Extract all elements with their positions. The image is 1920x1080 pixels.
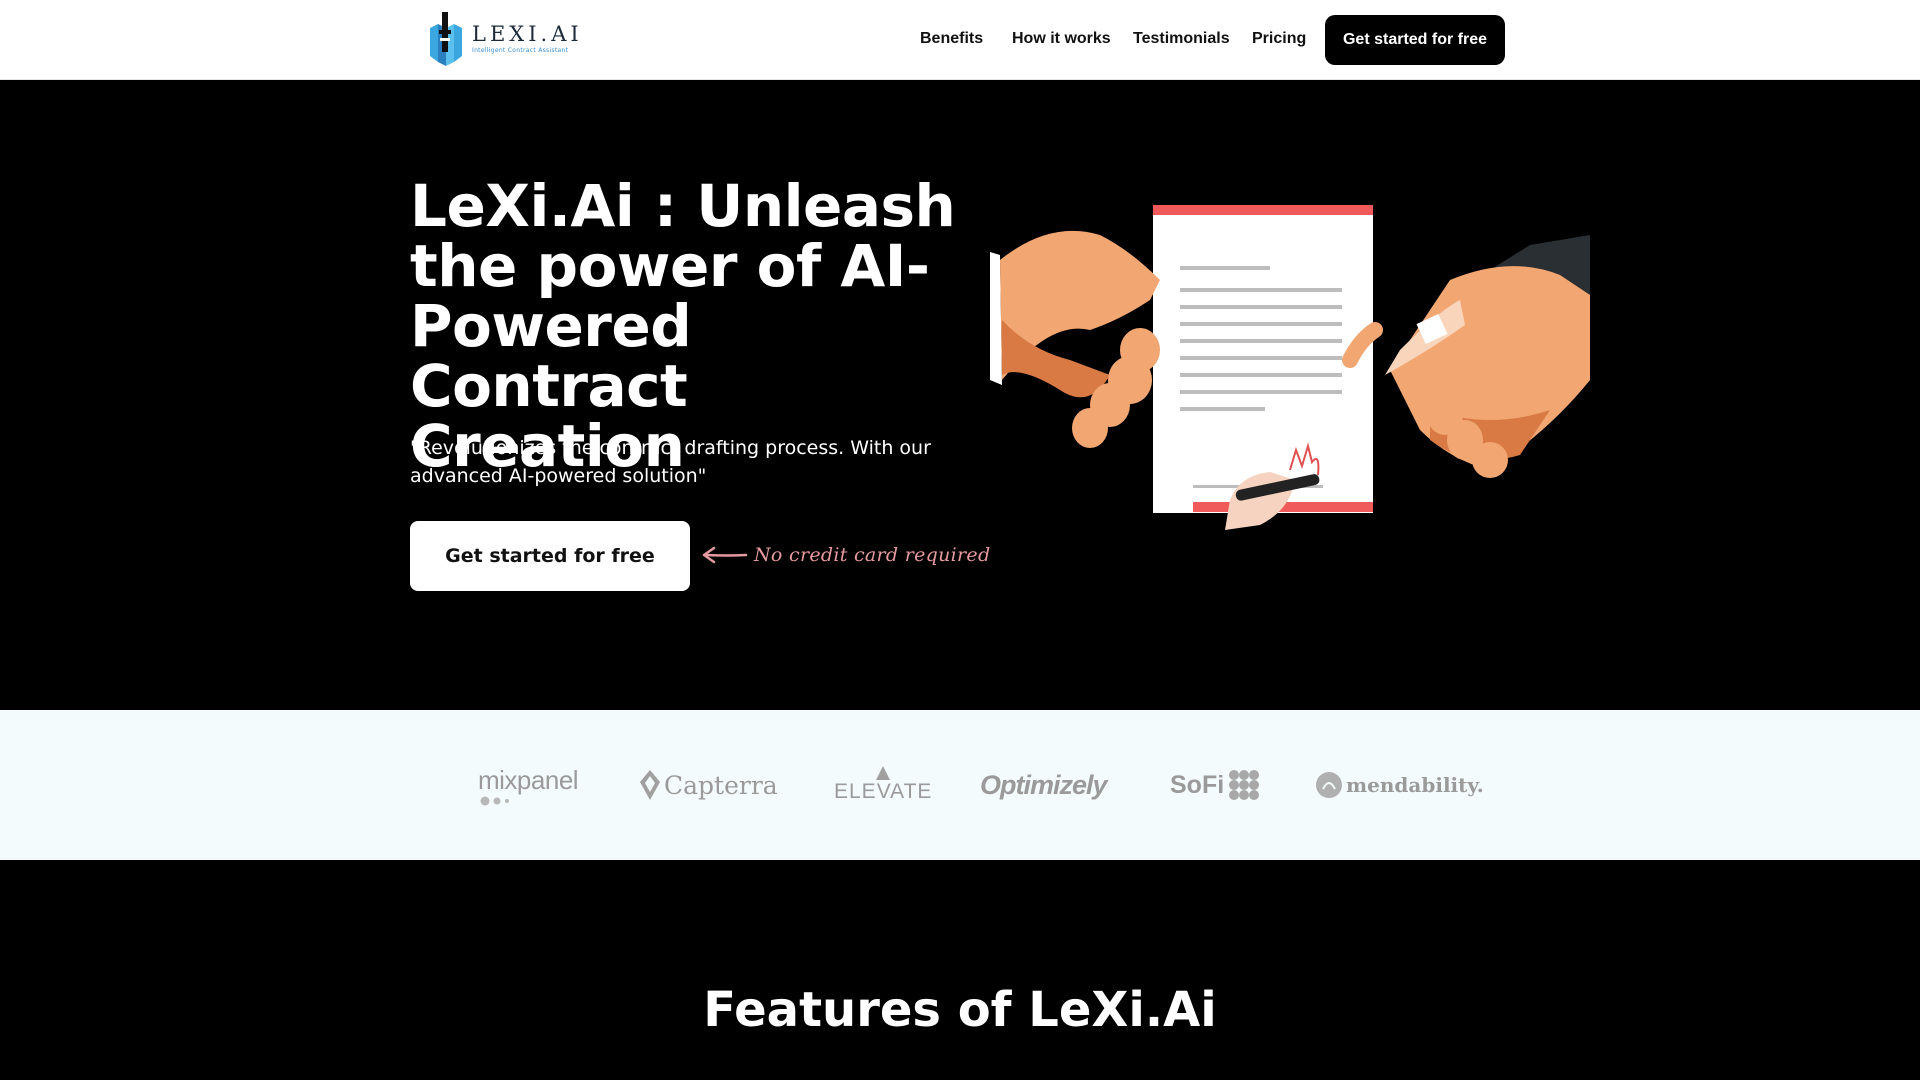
nav-how-it-works[interactable]: How it works (1012, 30, 1111, 48)
logo-mixpanel-text: mixpanel (478, 764, 579, 795)
logo-mark-icon (428, 10, 464, 66)
hero-title: LeXi.Ai : Unleash the power of AI-Powere… (410, 172, 956, 480)
nav-testimonials[interactable]: Testimonials (1133, 30, 1230, 48)
header-get-started-button[interactable]: Get started for free (1325, 15, 1505, 65)
customer-logos-strip: mixpanel Capterra ELEVATE Optimizely SoF… (0, 710, 1920, 860)
capterra-mark-icon (640, 770, 660, 800)
arrow-left-icon (702, 546, 748, 564)
nav-pricing[interactable]: Pricing (1252, 30, 1306, 48)
logo-name: LEXI.AI (472, 22, 583, 46)
handshake-contract-illustration (990, 200, 1590, 535)
hero-subtitle: "Revolutionizes the contract drafting pr… (410, 437, 931, 487)
no-credit-card-text: No credit card required (754, 544, 991, 566)
logo-capterra-text: Capterra (664, 770, 778, 800)
logo-mendability-text: mendability. (1346, 773, 1484, 797)
hero-get-started-button[interactable]: Get started for free (410, 521, 690, 591)
site-header: LEXI.AI Intelligent Contract Assistant B… (0, 0, 1920, 80)
logo-mixpanel: mixpanel (478, 760, 579, 810)
features-heading: Features of LeXi.Ai (703, 982, 1217, 1038)
logo-elevate-text: ELEVATE (834, 780, 933, 803)
logo-sofi-text: SoFi (1170, 770, 1225, 799)
nav-benefits[interactable]: Benefits (920, 30, 983, 48)
logo-tagline: Intelligent Contract Assistant (472, 47, 569, 54)
logo-optimizely-text: Optimizely (980, 769, 1108, 800)
logo-optimizely: Optimizely (980, 760, 1108, 810)
logo-capterra: Capterra (640, 760, 778, 810)
logo-sofi: SoFi (1170, 760, 1260, 810)
sofi-dots-icon (1229, 770, 1260, 800)
elevate-triangle-icon (876, 766, 891, 780)
mendability-mark-icon (1316, 772, 1342, 798)
logo-mendability: mendability. (1315, 760, 1484, 810)
no-credit-card-note: No credit card required (700, 540, 990, 570)
mixpanel-dots-icon (480, 796, 509, 805)
brand-logo[interactable]: LEXI.AI Intelligent Contract Assistant (428, 10, 588, 66)
logo-elevate: ELEVATE (834, 760, 932, 810)
